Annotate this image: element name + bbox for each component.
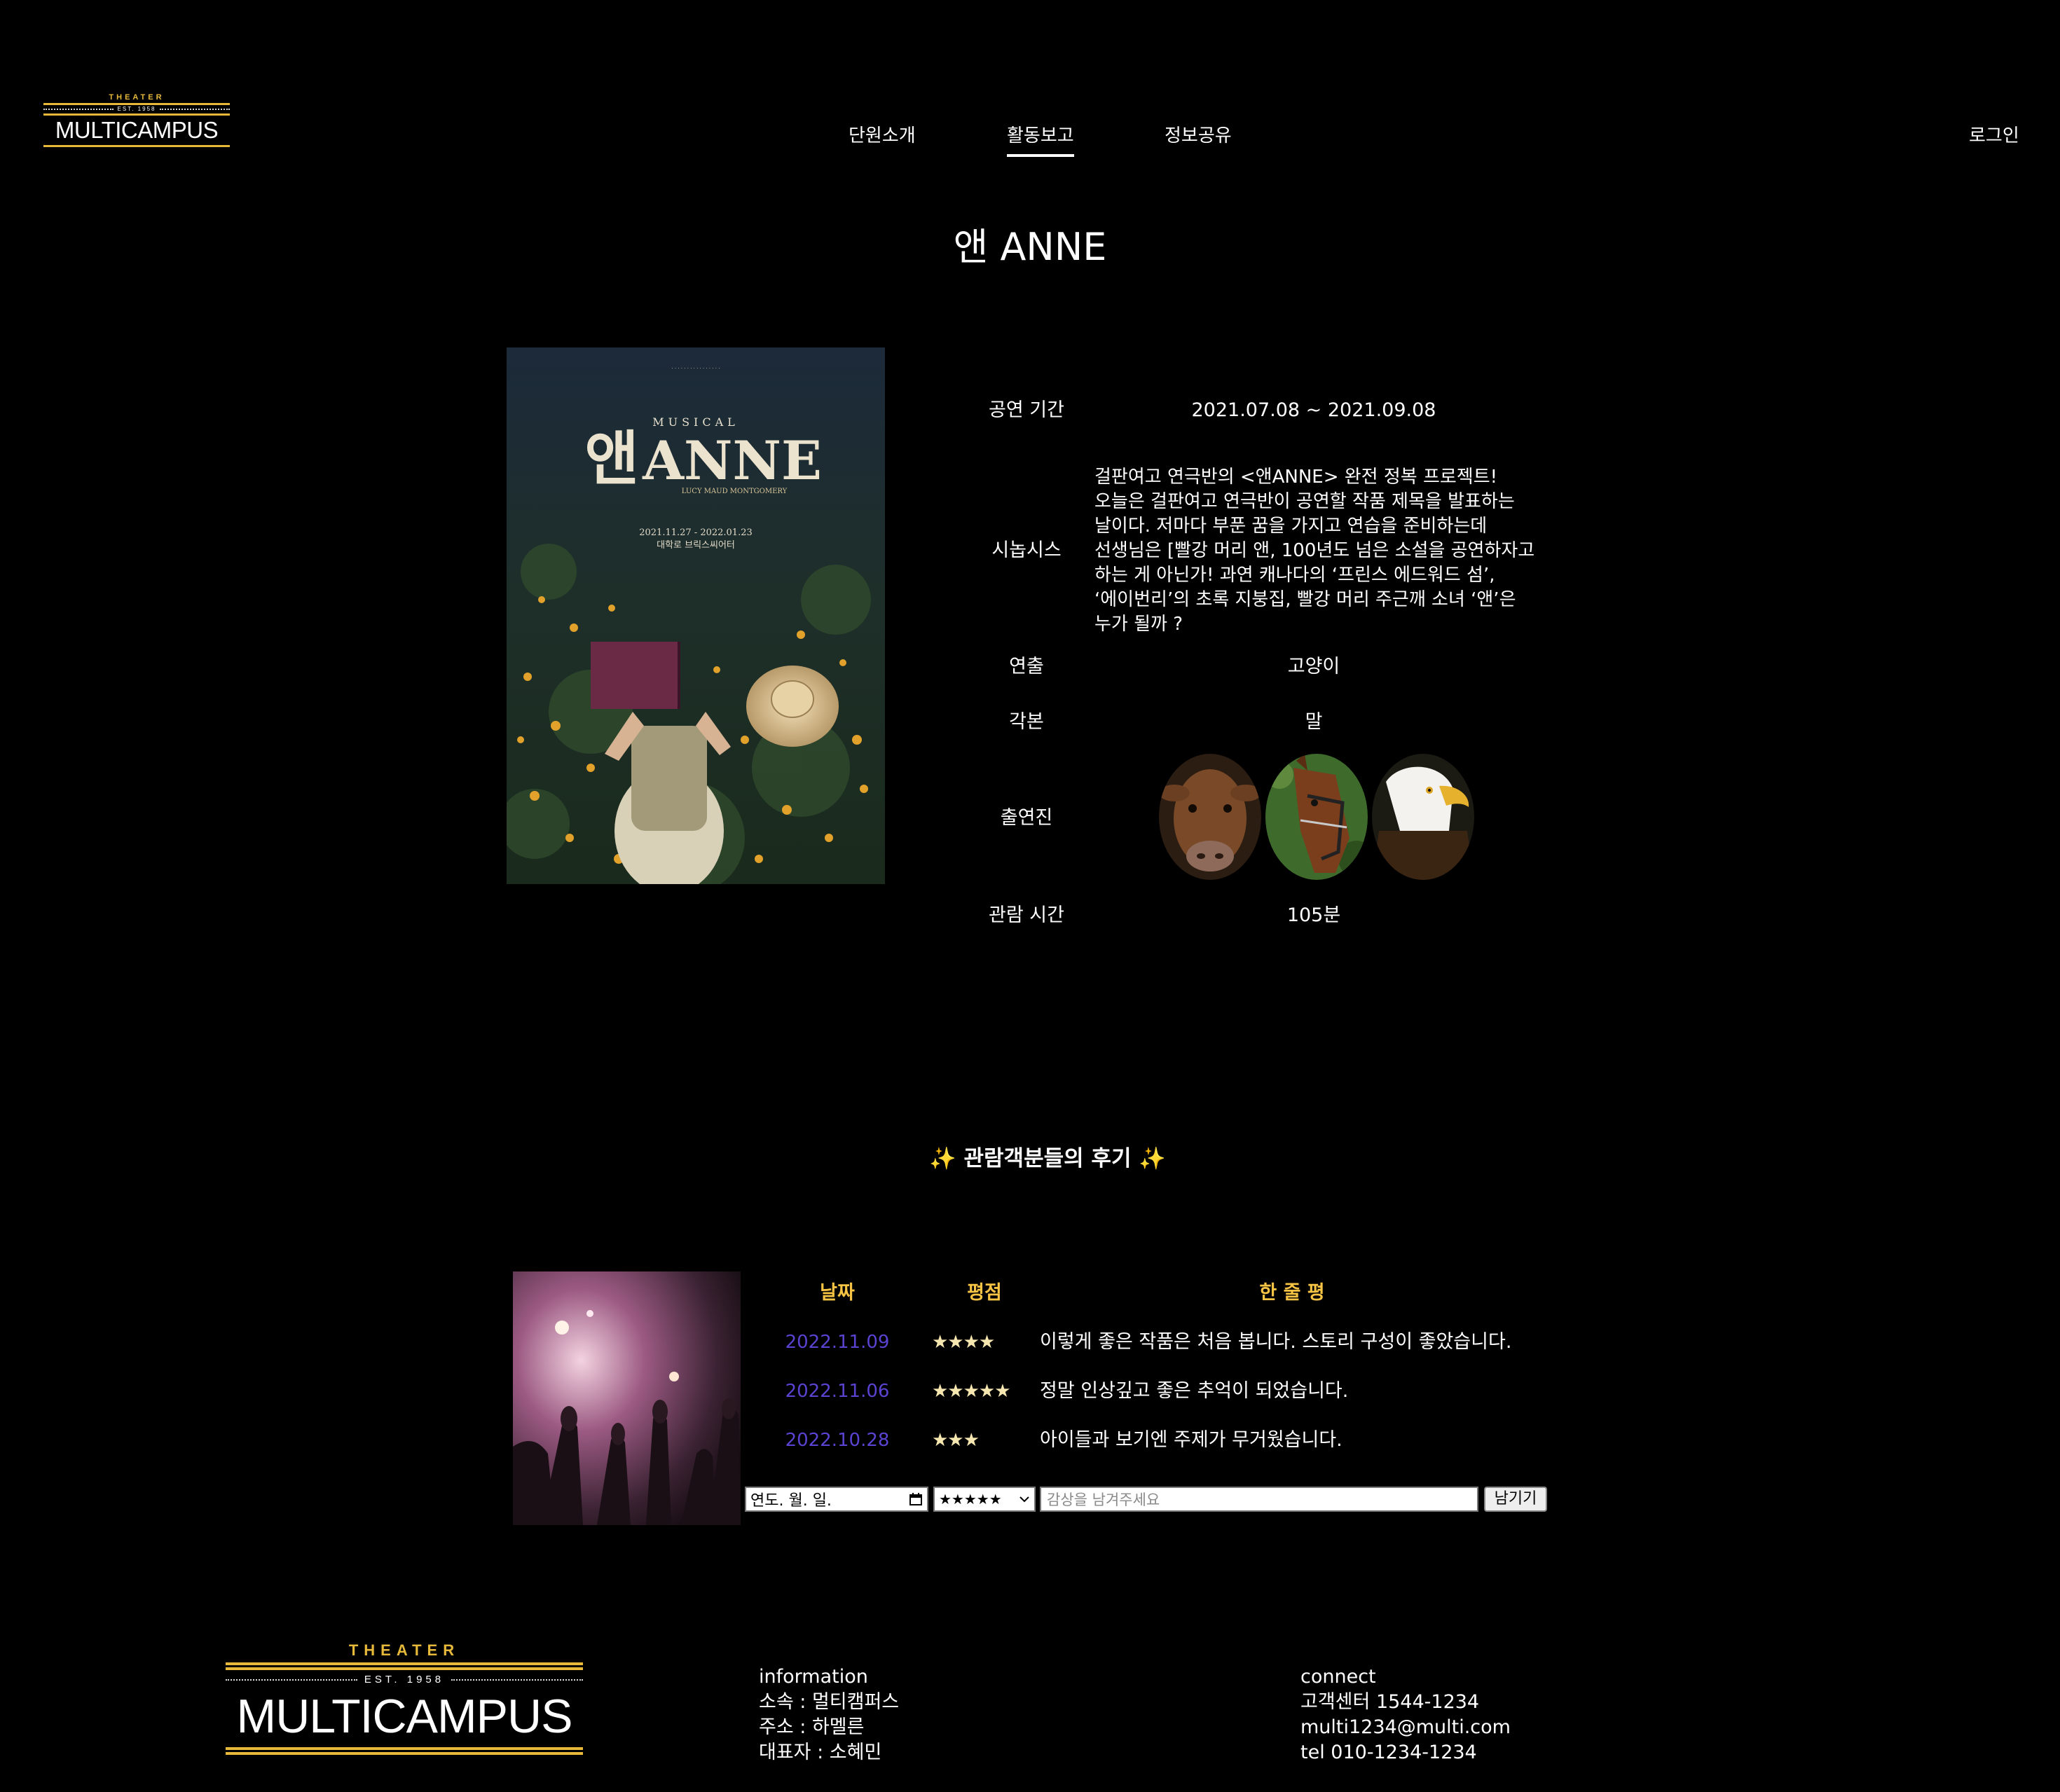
logo-theater-text: THEATER	[348, 1641, 460, 1659]
period-label: 공연 기간	[989, 399, 1064, 421]
review-date: 2022.10.28	[785, 1430, 890, 1451]
cast-photo-eagle	[1372, 754, 1474, 880]
review-text: 정말 인상깊고 좋은 추억이 되었습니다.	[1040, 1380, 1349, 1402]
footer-tel: tel 010-1234-1234	[1300, 1742, 1477, 1763]
nav-item-members[interactable]: 단원소개	[849, 122, 916, 150]
page-title: 앤 ANNE	[953, 225, 1107, 269]
musical-poster: . . . . . . . . . . . . . . . . MUSICAL …	[507, 347, 885, 884]
review-stars: ★★★★★	[932, 1381, 1011, 1402]
director-value: 고양이	[1287, 656, 1340, 677]
writer-value: 말	[1305, 711, 1323, 733]
reviews-title: ✨ 관람객분들의 후기 ✨	[929, 1146, 1166, 1171]
review-rating-select[interactable]: ★★★★★	[933, 1487, 1036, 1512]
col-header-comment: 한 줄 평	[1259, 1282, 1325, 1304]
runtime-value: 105분	[1286, 904, 1341, 926]
logo-name: MULTICAMPUS	[55, 117, 219, 143]
runtime-label: 관람 시간	[989, 904, 1064, 926]
cast-photo-horse	[1265, 754, 1368, 880]
eagle-icon	[1372, 754, 1474, 880]
review-date: 2022.11.06	[785, 1381, 890, 1402]
logo-est-text: EST. 1958	[117, 106, 156, 112]
logo-line	[226, 1662, 583, 1665]
nav-item-activity[interactable]: 활동보고	[1007, 122, 1074, 157]
calendar-icon[interactable]	[909, 1492, 923, 1506]
synopsis-value: 걸판여고 연극반의 <앤ANNE> 완전 정복 프로젝트! 오늘은 걸판여고 연…	[1094, 467, 1535, 635]
review-stars: ★★★	[932, 1430, 980, 1451]
poster-dates: 2021.11.27 - 2022.01.23	[639, 528, 753, 538]
logo-line	[226, 1752, 583, 1755]
logo-name: MULTICAMPUS	[236, 1690, 573, 1743]
logo-line	[43, 103, 230, 105]
chevron-down-icon	[1019, 1496, 1029, 1503]
cast-label: 출연진	[1000, 807, 1053, 829]
footer-connect: connect 고객센터 1544-1234 multi1234@multi.c…	[1300, 1665, 1511, 1765]
poster-musical-text: MUSICAL	[652, 415, 739, 429]
horse-icon	[1265, 754, 1368, 880]
poster-author: LUCY MAUD MONTGOMERY	[682, 488, 788, 495]
review-submit-button[interactable]: 남기기	[1484, 1487, 1547, 1512]
footer-call-center: 고객센터 1544-1234	[1300, 1691, 1480, 1713]
date-placeholder: 연도. 월. 일.	[750, 1492, 832, 1510]
header-logo[interactable]: THEATER EST. 1958 MULTICAMPUS	[43, 92, 231, 148]
poster-venue: 대학로 브릭스씨어터	[657, 540, 735, 551]
footer-affiliation: 소속 : 멀티캠퍼스	[759, 1691, 900, 1713]
footer-email[interactable]: multi1234@multi.com	[1300, 1715, 1511, 1740]
col-header-date: 날짜	[820, 1282, 855, 1304]
logo-line	[43, 145, 230, 147]
review-date-input[interactable]: 연도. 월. 일.	[745, 1487, 928, 1512]
review-comment-input[interactable]: 감상을 남겨주세요	[1040, 1487, 1478, 1512]
synopsis-label: 시놉시스	[991, 539, 1062, 561]
footer-info-heading: information	[759, 1666, 868, 1688]
logo-line	[226, 1747, 583, 1750]
logo-theater-text: THEATER	[109, 93, 165, 102]
director-label: 연출	[1009, 656, 1044, 677]
footer-information: information 소속 : 멀티캠퍼스 주소 : 하멜른 대표자 : 소혜…	[759, 1665, 899, 1765]
login-link[interactable]: 로그인	[1969, 122, 2019, 150]
nav-item-info-share[interactable]: 정보공유	[1165, 122, 1232, 150]
logo-est-text: EST. 1958	[364, 1674, 445, 1686]
writer-label: 각본	[1009, 711, 1044, 733]
svg-text:. . . . . . . . . . . . . . .: . . . . . . . . . . . . . . . .	[672, 364, 720, 370]
period-value: 2021.07.08 ~ 2021.09.08	[1191, 399, 1436, 421]
concert-crowd-image	[513, 1271, 741, 1525]
rating-selected-value: ★★★★★	[939, 1491, 1002, 1508]
logo-line	[43, 113, 230, 116]
review-stars: ★★★★	[932, 1332, 995, 1353]
footer-connect-heading: connect	[1300, 1666, 1376, 1688]
cast-photo-cow	[1159, 754, 1261, 880]
footer-address: 주소 : 하멜른	[759, 1716, 865, 1738]
logo-line	[226, 1667, 583, 1670]
review-text: 아이들과 보기엔 주제가 무거웠습니다.	[1040, 1429, 1343, 1451]
review-date: 2022.11.09	[785, 1332, 890, 1353]
footer-logo[interactable]: THEATER EST. 1958 MULTICAMPUS	[226, 1641, 583, 1757]
review-text: 이렇게 좋은 작품은 처음 봅니다. 스토리 구성이 좋았습니다.	[1040, 1331, 1512, 1353]
col-header-rating: 평점	[967, 1282, 1002, 1304]
poster-title-en: ANNE	[642, 429, 822, 492]
footer-ceo: 대표자 : 소혜민	[759, 1742, 882, 1763]
poster-title-kr: 앤	[584, 424, 638, 493]
cow-icon	[1159, 754, 1261, 880]
